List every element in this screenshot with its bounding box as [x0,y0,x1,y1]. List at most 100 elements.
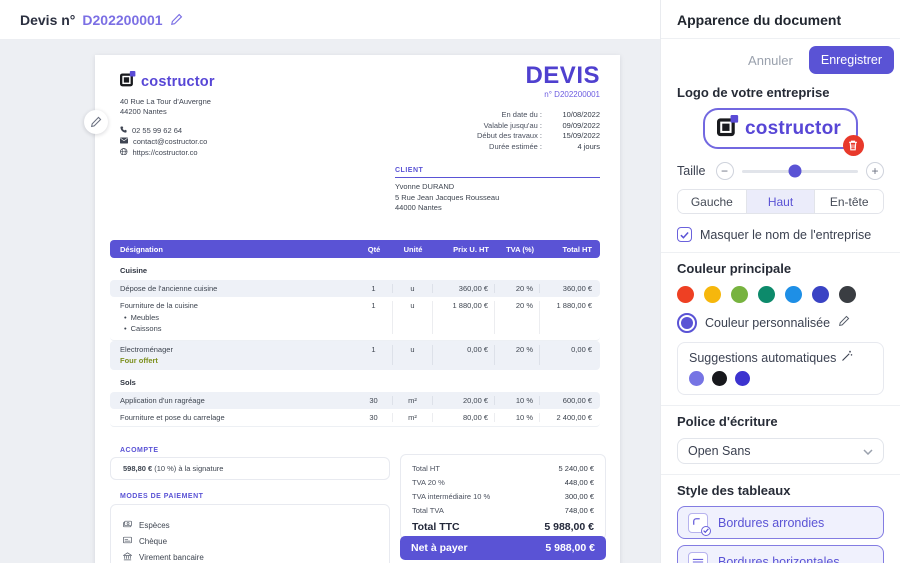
check-badge-icon [701,526,711,536]
table-style-section-title: Style des tableaux [677,483,884,498]
acompte-detail: (10 %) à la signature [154,464,223,473]
edit-document-button[interactable] [84,110,108,134]
color-swatch[interactable] [785,286,802,303]
payment-method: Chèque [139,537,167,546]
meta-label: En date du : [502,110,542,121]
table-style-rounded-button[interactable]: Bordures arrondies [677,506,884,539]
globe-icon [120,147,128,158]
table-row: Dépose de l'ancienne cuisine 1 u 360,00 … [110,280,600,297]
meta-value: 10/08/2022 [542,110,600,121]
position-entete-button[interactable]: En-tête [814,190,883,213]
logo-position-group: Gauche Haut En-tête [677,189,884,214]
topbar: Devis n° D202200001 [0,0,660,40]
font-select[interactable]: Open Sans [677,438,884,464]
suggested-color[interactable] [735,371,750,386]
save-button[interactable]: Enregistrer [809,46,894,74]
header-tva: TVA (%) [495,245,540,254]
acompte-amount: 598,80 € [123,464,152,473]
app-window: Devis n° D202200001 costructor [0,0,900,563]
size-increase-button[interactable]: + [866,162,884,180]
cancel-button[interactable]: Annuler [748,53,793,68]
appearance-panel: Apparence du document Annuler Enregistre… [660,0,900,563]
logo-section-title: Logo de votre entreprise [677,85,884,100]
custom-color-label: Couleur personnalisée [705,316,830,330]
company-name: costructor [141,74,215,90]
color-swatch[interactable] [839,286,856,303]
preview-pane: Devis n° D202200001 costructor [0,0,660,563]
logo-preview[interactable]: costructor [703,108,858,149]
color-swatch[interactable] [758,286,775,303]
company-email: contact@costructor.co [133,136,207,147]
acompte-label: ACOMPTE [120,447,159,454]
group-row: Sols [110,370,600,392]
client-address1: 5 Rue Jean Jacques Rousseau [395,193,600,204]
bank-icon [123,552,132,563]
table-row: Fourniture et pose du carrelage 30 m² 80… [110,409,600,427]
company-phone: 02 55 99 62 64 [132,125,182,136]
phone-icon [120,125,127,136]
edit-number-icon[interactable] [170,13,183,26]
header-total: Total HT [540,245,600,254]
client-label: CLIENT [395,167,600,178]
color-swatch[interactable] [731,286,748,303]
horizontal-borders-icon [688,552,708,563]
color-section-title: Couleur principale [677,261,884,276]
quote-number[interactable]: D202200001 [82,12,162,28]
client-name: Yvonne DURAND [395,182,600,193]
check-icon [680,231,689,239]
meta-value: 4 jours [542,142,600,153]
client-block: CLIENT Yvonne DURAND 5 Rue Jean Jacques … [395,167,600,214]
position-gauche-button[interactable]: Gauche [678,190,746,213]
suggested-color[interactable] [689,371,704,386]
size-slider[interactable] [742,170,859,173]
font-select-value: Open Sans [688,444,751,458]
suggested-color[interactable] [712,371,727,386]
payment-method: Espèces [139,521,170,530]
quote-document[interactable]: costructor 40 Rue La Tour d'Auvergne 442… [95,55,620,563]
payment-box: Espèces Chèque Virement bancaire [110,504,390,563]
mail-icon [120,136,128,147]
chevron-down-icon [863,442,873,460]
quote-doc-number: n° D202200001 [477,90,600,99]
custom-color-swatch[interactable] [677,313,697,333]
suggestions-label: Suggestions automatiques [689,351,836,365]
meta-value: 15/09/2022 [542,131,600,142]
position-haut-button[interactable]: Haut [746,190,815,213]
payment-label: MODES DE PAIEMENT [120,493,203,500]
meta-label: Valable jusqu'au : [484,121,542,132]
color-swatch[interactable] [677,286,694,303]
total-ttc-row: Total TTC5 988,00 € [412,521,594,533]
group-row: Cuisine [110,258,600,280]
color-swatch[interactable] [812,286,829,303]
hide-company-name-checkbox[interactable] [677,227,692,242]
cash-icon [123,520,132,530]
table-style-horizontal-button[interactable]: Bordures horizontales [677,545,884,563]
acompte-box: 598,80 € (10 %) à la signature [110,457,390,480]
company-logo-icon [717,115,739,142]
edit-custom-color-icon[interactable] [838,314,850,332]
bullet-item: Meubles [120,313,355,324]
size-slider-thumb[interactable] [789,165,802,178]
company-address-line2: 44200 Nantes [120,107,215,117]
table-row: Application d'un ragréage 30 m² 20,00 € … [110,392,600,409]
header-price: Prix U. HT [433,245,495,254]
totals-box: Total HT5 240,00 € TVA 20 %448,00 € TVA … [400,454,606,540]
offer-note: Four offert [120,356,355,365]
size-label: Taille [677,164,706,178]
color-swatches [677,286,884,303]
size-decrease-button[interactable]: − [716,162,734,180]
header-qty: Qté [355,245,393,254]
company-address-line1: 40 Rue La Tour d'Auvergne [120,97,215,107]
color-swatch[interactable] [704,286,721,303]
company-logo-icon [120,71,136,92]
rounded-borders-icon [688,513,708,533]
meta-label: Durée estimée : [489,142,542,153]
magic-wand-icon [841,350,853,365]
delete-logo-button[interactable] [843,135,864,156]
logo-text: costructor [745,118,841,140]
payment-method: Virement bancaire [139,553,204,562]
table-header: Désignation Qté Unité Prix U. HT TVA (%)… [110,240,600,258]
auto-suggestions-box: Suggestions automatiques [677,342,884,395]
cheque-icon [123,536,132,546]
table-row: Fourniture de la cuisine Meubles Caisson… [110,297,600,341]
